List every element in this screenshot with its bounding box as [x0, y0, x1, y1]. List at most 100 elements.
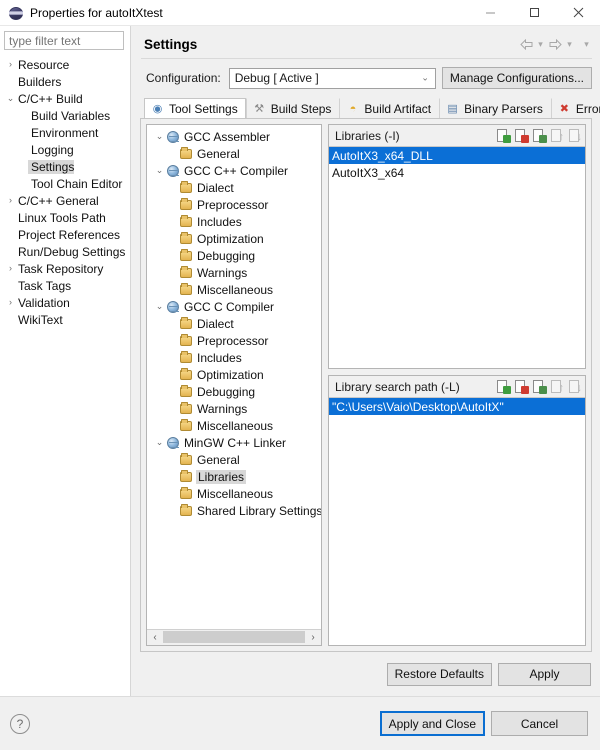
configuration-select[interactable]: Debug [ Active ] ⌄ [228, 67, 436, 89]
delete-icon[interactable] [513, 379, 529, 395]
tab[interactable]: ⚒ Build Steps [245, 98, 340, 119]
tool-tree-item[interactable]: ⌄ GCC C Compiler [147, 298, 321, 315]
tool-tree-item[interactable]: Optimization [147, 366, 321, 383]
tool-tree-item[interactable]: Shared Library Settings [147, 502, 321, 519]
tab[interactable]: ◉ Tool Settings [144, 98, 246, 119]
folder-icon [179, 350, 194, 365]
forward-icon[interactable] [547, 36, 563, 52]
sidebar-item[interactable]: Logging [0, 141, 130, 158]
close-icon[interactable] [556, 0, 600, 26]
tool-tree-label: Warnings [197, 401, 248, 416]
tool-tree-item[interactable]: Dialect [147, 315, 321, 332]
scroll-left-icon[interactable]: ‹ [147, 630, 163, 645]
tool-tree-label: Includes [197, 350, 242, 365]
tool-tree-item[interactable]: Warnings [147, 400, 321, 417]
filter-input[interactable] [4, 31, 124, 50]
tool-tree-item[interactable]: Dialect [147, 179, 321, 196]
tool-tree-item[interactable]: Debugging [147, 247, 321, 264]
tool-tree-item[interactable]: Optimization [147, 230, 321, 247]
sidebar-item[interactable]: Build Variables [0, 107, 130, 124]
tab[interactable]: ▤ Binary Parsers [439, 98, 551, 119]
library-search-path-list[interactable]: "C:\Users\Vaio\Desktop\AutoItX" [329, 398, 585, 645]
sidebar-item[interactable]: Builders [0, 73, 130, 90]
tool-tree-item[interactable]: Includes [147, 213, 321, 230]
page-menu-caret-icon[interactable]: ▾ [581, 36, 592, 52]
sidebar-item[interactable]: Environment [0, 124, 130, 141]
configuration-value: Debug [ Active ] [234, 71, 319, 85]
expand-arrow-icon[interactable]: › [4, 264, 17, 273]
sidebar-item[interactable]: Task Tags [0, 277, 130, 294]
list-item[interactable]: AutoItX3_x64 [329, 164, 585, 181]
tab[interactable]: ✖ Error Parsers [550, 98, 600, 119]
sidebar-item[interactable]: Project References [0, 226, 130, 243]
expand-arrow-icon[interactable]: ⌄ [153, 438, 166, 447]
manage-configurations-button[interactable]: Manage Configurations... [441, 67, 592, 89]
tool-tree-item[interactable]: Debugging [147, 383, 321, 400]
help-icon[interactable]: ? [10, 713, 30, 734]
expand-arrow-icon[interactable]: ⌄ [153, 132, 166, 141]
tool-tree-item[interactable]: ⌄ GCC C++ Compiler [147, 162, 321, 179]
tool-tree-item[interactable]: Miscellaneous [147, 417, 321, 434]
sidebar-item[interactable]: WikiText [0, 311, 130, 328]
libraries-list[interactable]: AutoItX3_x64_DLL AutoItX3_x64 [329, 147, 585, 368]
tool-tree-item[interactable]: Preprocessor [147, 196, 321, 213]
tool-tree-item[interactable]: Warnings [147, 264, 321, 281]
sidebar-item[interactable]: › C/C++ General [0, 192, 130, 209]
expand-arrow-icon[interactable]: ⌄ [153, 302, 166, 311]
forward-dropdown-caret-icon[interactable]: ▾ [564, 36, 575, 52]
tool-tree-label: Miscellaneous [197, 418, 274, 433]
tab[interactable]: ◓ Build Artifact [339, 98, 439, 119]
sidebar-item[interactable]: Settings [0, 158, 130, 175]
move-up-icon[interactable]: ↑ [549, 379, 565, 395]
tool-tree-item[interactable]: Includes [147, 349, 321, 366]
back-dropdown-caret-icon[interactable]: ▾ [535, 36, 546, 52]
tool-tree-item[interactable]: Miscellaneous [147, 485, 321, 502]
configuration-label: Configuration: [146, 71, 221, 85]
tool-tree-label: Debugging [197, 248, 256, 263]
sidebar-item[interactable]: › Task Repository [0, 260, 130, 277]
list-item[interactable]: "C:\Users\Vaio\Desktop\AutoItX" [329, 398, 585, 415]
apply-and-close-button[interactable]: Apply and Close [379, 711, 485, 736]
apply-button[interactable]: Apply [498, 662, 591, 686]
edit-icon[interactable] [531, 128, 547, 144]
expand-arrow-icon[interactable]: ⌄ [153, 166, 166, 175]
restore-defaults-button[interactable]: Restore Defaults [386, 662, 492, 686]
sidebar-item[interactable]: › Resource [0, 56, 130, 73]
tool-tree-item[interactable]: General [147, 145, 321, 162]
maximize-icon[interactable] [512, 0, 556, 26]
window-title: Properties for autoItXtest [30, 5, 163, 20]
expand-arrow-icon[interactable]: › [4, 196, 17, 205]
add-icon[interactable] [495, 379, 511, 395]
cancel-button[interactable]: Cancel [491, 711, 588, 736]
sidebar-item[interactable]: › Validation [0, 294, 130, 311]
edit-icon[interactable] [531, 379, 547, 395]
sidebar-item[interactable]: Tool Chain Editor [0, 175, 130, 192]
tool-tree-item[interactable]: Miscellaneous [147, 281, 321, 298]
scroll-track[interactable] [163, 630, 305, 645]
tool-tabs: ◉ Tool Settings ⚒ Build Steps ◓ Build Artifac… [140, 97, 600, 119]
sidebar-item[interactable]: Run/Debug Settings [0, 243, 130, 260]
tool-tree-label: Miscellaneous [197, 486, 274, 501]
move-up-icon[interactable]: ↑ [549, 128, 565, 144]
sidebar-item[interactable]: ⌄ C/C++ Build [0, 90, 130, 107]
tool-tree-item[interactable]: Libraries [147, 468, 321, 485]
minimize-icon[interactable] [468, 0, 512, 26]
move-down-icon[interactable]: ↓ [567, 379, 583, 395]
add-icon[interactable] [495, 128, 511, 144]
expand-arrow-icon[interactable]: › [4, 60, 17, 69]
library-search-path-header: Library search path (-L) ↑ ↓ [329, 376, 585, 398]
move-down-icon[interactable]: ↓ [567, 128, 583, 144]
tool-tree-item[interactable]: ⌄ GCC Assembler [147, 128, 321, 145]
scroll-right-icon[interactable]: › [305, 630, 321, 645]
delete-icon[interactable] [513, 128, 529, 144]
sidebar-item[interactable]: Linux Tools Path [0, 209, 130, 226]
tool-icon [166, 130, 181, 144]
back-icon[interactable] [518, 36, 534, 52]
tool-tree-hscrollbar[interactable]: ‹ › [147, 629, 321, 645]
expand-arrow-icon[interactable]: ⌄ [4, 94, 17, 103]
tool-tree-item[interactable]: General [147, 451, 321, 468]
tool-tree-item[interactable]: Preprocessor [147, 332, 321, 349]
tool-tree-item[interactable]: ⌄ MinGW C++ Linker [147, 434, 321, 451]
list-item[interactable]: AutoItX3_x64_DLL [329, 147, 585, 164]
expand-arrow-icon[interactable]: › [4, 298, 17, 307]
